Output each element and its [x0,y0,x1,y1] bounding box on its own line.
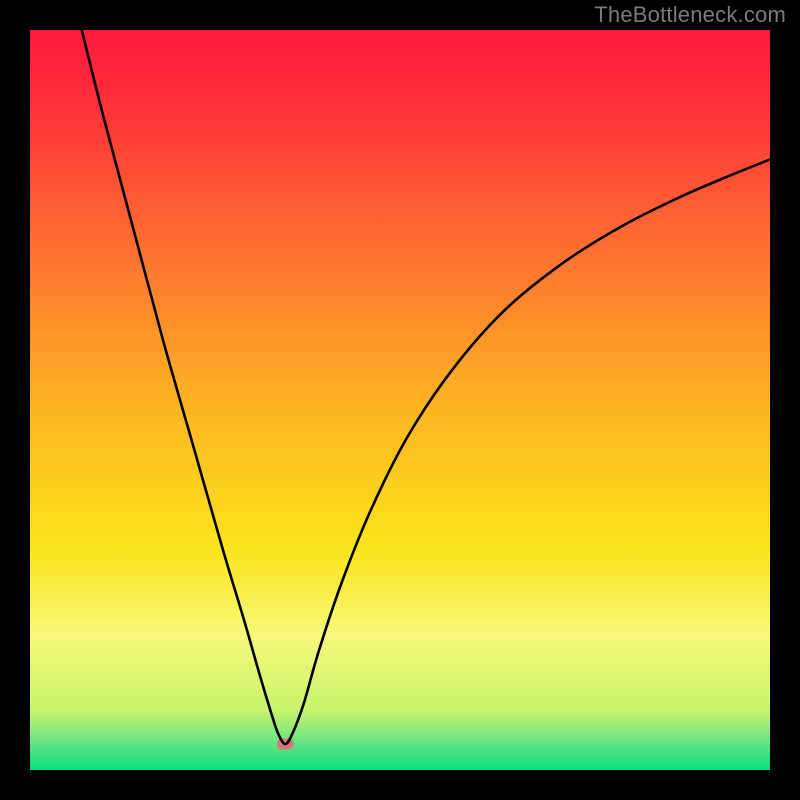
gradient-background [30,30,770,770]
chart-svg [30,30,770,770]
plot-area [30,30,770,770]
chart-frame: TheBottleneck.com [0,0,800,800]
watermark-label: TheBottleneck.com [594,2,786,28]
